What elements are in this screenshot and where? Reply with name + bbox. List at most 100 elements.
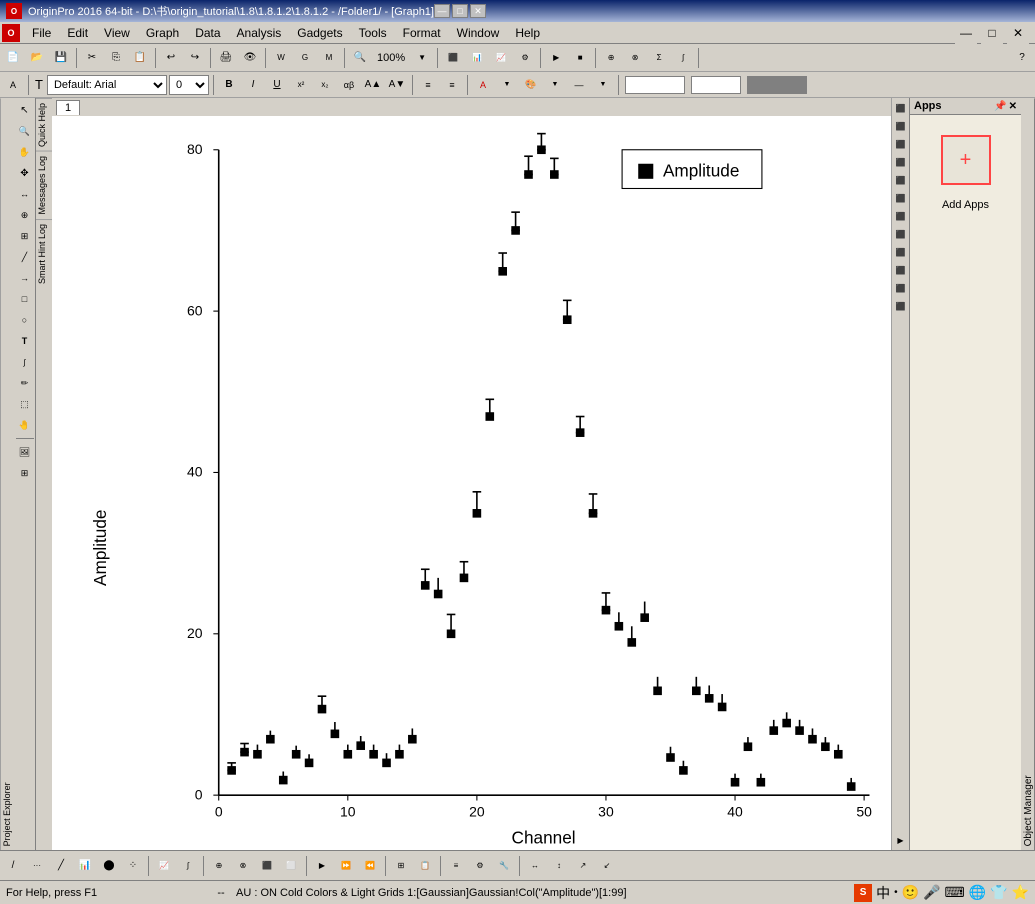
help-btn[interactable]: ? [1011, 47, 1033, 69]
menu-tools[interactable]: Tools [351, 24, 395, 42]
italic-btn[interactable]: I [242, 74, 264, 96]
rm-btn-8[interactable]: ⬛ [893, 226, 909, 242]
rm-btn-1[interactable]: ⬛ [893, 100, 909, 116]
formula-tool[interactable]: ∫ [15, 352, 35, 372]
cut-btn[interactable]: ✂ [81, 47, 103, 69]
tb-btn-8[interactable]: 📊 [466, 47, 488, 69]
underline-btn[interactable]: U [266, 74, 288, 96]
region-select[interactable]: ⬚ [15, 394, 35, 414]
graph-tab-1[interactable]: 1 [56, 100, 80, 115]
new-graph-btn[interactable]: G [294, 47, 316, 69]
graph-canvas[interactable]: Amplitude Amplitude Channel 0 20 40 [52, 116, 891, 850]
menu-view[interactable]: View [96, 24, 138, 42]
bt-btn9[interactable]: ⏪ [359, 855, 381, 877]
align-center-btn[interactable]: ≡ [441, 74, 463, 96]
zoom-btn[interactable]: 🔍 [349, 47, 371, 69]
bt-btn14[interactable]: 🔧 [493, 855, 515, 877]
increase-font-btn[interactable]: A▲ [362, 74, 384, 96]
menu-edit[interactable]: Edit [59, 24, 96, 42]
rm-btn-10[interactable]: ⬛ [893, 262, 909, 278]
redo-btn[interactable]: ↪ [184, 47, 206, 69]
bt-btn18[interactable]: ↙ [596, 855, 618, 877]
data-reader[interactable]: ⊕ [15, 205, 35, 225]
bt-scatter[interactable]: ⁘ [122, 855, 144, 877]
bt-line[interactable]: ╱ [50, 855, 72, 877]
tb-btn-7[interactable]: ⬛ [442, 47, 464, 69]
fill-pattern-select[interactable] [747, 76, 807, 94]
draw-arrow[interactable]: → [15, 268, 35, 288]
font-family-select[interactable]: Default: Arial [47, 75, 167, 95]
menu-window[interactable]: Window [449, 24, 508, 42]
close-button[interactable]: ✕ [470, 4, 486, 18]
align-left-btn[interactable]: ≡ [417, 74, 439, 96]
new-matrix-btn[interactable]: M [318, 47, 340, 69]
print-btn[interactable]: 🖨 [215, 47, 237, 69]
bt-quick-fit[interactable]: ∫ [177, 855, 199, 877]
bt-btn4[interactable]: ⊗ [232, 855, 254, 877]
special-chars-btn[interactable]: αβ [338, 74, 360, 96]
apps-close-btn[interactable]: ✕ [1009, 101, 1017, 112]
line-color-dropdown[interactable]: ▼ [592, 74, 614, 96]
tb-btn-14[interactable]: ⊗ [624, 47, 646, 69]
draw-line[interactable]: ╱ [15, 247, 35, 267]
bt-btn15[interactable]: ↔ [524, 855, 546, 877]
add-apps-button[interactable]: + [941, 135, 991, 185]
close-origin-btn[interactable]: ✕ [1007, 22, 1029, 44]
hand-tool[interactable]: 🤚 [15, 415, 35, 435]
open-btn[interactable]: 📂 [26, 47, 48, 69]
bt-dots[interactable]: ··· [26, 855, 48, 877]
tb-btn-10[interactable]: ⚙ [514, 47, 536, 69]
superscript-btn[interactable]: x² [290, 74, 312, 96]
draw-rect[interactable]: □ [15, 289, 35, 309]
insert-image[interactable]: 🖼 [15, 442, 35, 462]
copy-btn[interactable]: ⎘ [105, 47, 127, 69]
bt-pie[interactable]: ⬤ [98, 855, 120, 877]
bt-btn13[interactable]: ⚙ [469, 855, 491, 877]
insert-table[interactable]: ⊞ [15, 463, 35, 483]
tb-btn-11[interactable]: ▶ [545, 47, 567, 69]
bt-btn5[interactable]: ⬛ [256, 855, 278, 877]
minimize-origin-btn[interactable]: — [955, 22, 977, 44]
font-size-select[interactable]: 0 [169, 75, 209, 95]
project-explorer-panel[interactable]: Project Explorer [0, 98, 14, 850]
rm-btn-4[interactable]: ⬛ [893, 154, 909, 170]
text-color-btn[interactable]: A [472, 74, 494, 96]
bt-arrow[interactable]: / [2, 855, 24, 877]
rm-btn-11[interactable]: ⬛ [893, 280, 909, 296]
line-color-btn[interactable]: — [568, 74, 590, 96]
text-color-dropdown[interactable]: ▼ [496, 74, 518, 96]
tb-btn-16[interactable]: ∫ [672, 47, 694, 69]
tb-btn-15[interactable]: Σ [648, 47, 670, 69]
rm-btn-12[interactable]: ⬛ [893, 298, 909, 314]
subscript-btn[interactable]: x₂ [314, 74, 336, 96]
rm-btn-arrow[interactable]: ▶ [893, 832, 909, 848]
zoom-dropdown[interactable]: ▼ [411, 47, 433, 69]
object-manager-panel[interactable]: Object Manager [1021, 98, 1035, 850]
decrease-font-btn[interactable]: A▼ [386, 74, 408, 96]
restore-origin-btn[interactable]: □ [981, 22, 1003, 44]
tb-btn-13[interactable]: ⊕ [600, 47, 622, 69]
bt-btn10[interactable]: ⊞ [390, 855, 412, 877]
menu-help[interactable]: Help [507, 24, 548, 42]
minimize-button[interactable]: — [434, 4, 450, 18]
rm-btn-2[interactable]: ⬛ [893, 118, 909, 134]
menu-graph[interactable]: Graph [138, 24, 187, 42]
rm-btn-7[interactable]: ⬛ [893, 208, 909, 224]
bt-col-stat[interactable]: 📈 [153, 855, 175, 877]
tb-btn-9[interactable]: 📈 [490, 47, 512, 69]
bt-btn16[interactable]: ↕ [548, 855, 570, 877]
bt-btn11[interactable]: 📋 [414, 855, 436, 877]
new-btn[interactable]: 📄 [2, 47, 24, 69]
apps-pin-btn[interactable]: 📌 [994, 101, 1006, 112]
menu-format[interactable]: Format [395, 24, 449, 42]
undo-btn[interactable]: ↩ [160, 47, 182, 69]
pointer-tool[interactable]: ↖ [15, 100, 35, 120]
menu-data[interactable]: Data [187, 24, 228, 42]
zoom-tool[interactable]: 🔍 [15, 121, 35, 141]
bold-btn[interactable]: B [218, 74, 240, 96]
smart-hint-label[interactable]: Smart Hint Log [36, 219, 52, 288]
fill-color-btn[interactable]: 🎨 [520, 74, 542, 96]
line-width-select[interactable] [691, 76, 741, 94]
bt-btn17[interactable]: ↗ [572, 855, 594, 877]
rm-btn-5[interactable]: ⬛ [893, 172, 909, 188]
